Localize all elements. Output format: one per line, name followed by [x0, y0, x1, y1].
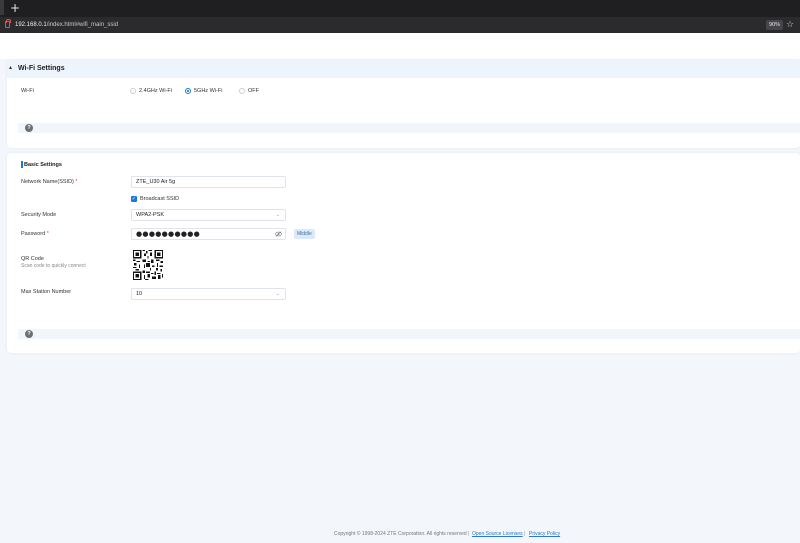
qr-code-hint: Scan code to quickly connect: [21, 263, 86, 269]
network-name-value: ZTE_U30 Air 5g: [136, 179, 176, 185]
qr-code-label: QR Code: [21, 256, 44, 262]
basic-settings-card: Basic Settings Network Name(SSID) * ZTE_…: [7, 153, 800, 353]
wifi-settings-header: ▴ Wi-Fi Settings: [7, 60, 800, 78]
open-source-licenses-link[interactable]: Open Source Licenses: [472, 530, 523, 539]
wifi-help-strip: ?: [18, 123, 800, 133]
wifi-label: Wi-Fi: [21, 88, 34, 94]
radio-5ghz-wifi[interactable]: [185, 88, 191, 94]
zoom-level-badge[interactable]: 90%: [766, 20, 783, 30]
required-mark: *: [75, 179, 78, 185]
network-name-input[interactable]: ZTE_U30 Air 5g: [131, 176, 286, 188]
radio-wifi-off[interactable]: [239, 88, 245, 94]
browser-tab-strip: +: [0, 0, 800, 17]
network-name-label-text: Network Name(SSID): [21, 179, 74, 185]
help-icon[interactable]: ?: [25, 330, 33, 338]
browser-tab[interactable]: [0, 0, 4, 15]
basic-settings-title: Basic Settings: [21, 161, 62, 169]
url-path: /index.html#wifi_main_ssid: [46, 22, 119, 28]
chevron-down-icon: ⌄: [275, 212, 280, 218]
footer-separator: |: [524, 531, 526, 537]
top-header-band: [0, 33, 800, 59]
network-name-label: Network Name(SSID) *: [21, 178, 78, 186]
wifi-settings-card: ▴ Wi-Fi Settings Wi-Fi 2.4GHz Wi-Fi 5GHz…: [7, 60, 800, 148]
basic-settings-title-text: Basic Settings: [24, 162, 62, 168]
security-mode-label: Security Mode: [21, 212, 57, 218]
wifi-settings-title: Wi-Fi Settings: [18, 65, 65, 72]
footer: Copyright © 1998-2024 ZTE Corporation. A…: [0, 530, 800, 539]
lock-icon[interactable]: [5, 19, 11, 28]
wifi-qr-code-image: [133, 250, 163, 280]
radio-24ghz-wifi[interactable]: [130, 88, 136, 94]
footer-copyright: Copyright © 1998-2024 ZTE Corporation. A…: [334, 531, 467, 537]
basic-help-strip: ?: [18, 329, 800, 339]
password-label-text: Password: [21, 231, 46, 237]
radio-off-label[interactable]: OFF: [248, 87, 259, 95]
eye-hidden-icon[interactable]: [275, 231, 282, 237]
password-input[interactable]: ●●●●●●●●●●: [131, 228, 286, 240]
wifi-settings-icon: ▴: [9, 64, 13, 71]
url-host: 192.168.0.1: [15, 22, 47, 28]
new-tab-button[interactable]: +: [9, 1, 21, 15]
max-station-value: 10: [136, 291, 143, 297]
radio-5ghz-label[interactable]: 5GHz Wi-Fi: [194, 87, 222, 95]
max-station-label: Max Station Number: [21, 289, 72, 295]
footer-separator: |: [468, 531, 470, 537]
radio-24ghz-label[interactable]: 2.4GHz Wi-Fi: [139, 87, 172, 95]
password-strength-badge: Middle: [294, 229, 315, 239]
privacy-policy-link[interactable]: Privacy Policy: [529, 530, 560, 539]
help-icon[interactable]: ?: [25, 124, 33, 132]
password-label: Password *: [21, 230, 49, 238]
security-mode-value: WPA2-PSK: [136, 212, 165, 218]
max-station-select[interactable]: 10 ⌄: [131, 288, 286, 300]
url-text[interactable]: 192.168.0.1/index.html#wifi_main_ssid: [15, 20, 118, 30]
chevron-down-icon: ⌄: [275, 291, 280, 297]
password-masked-value: ●●●●●●●●●●: [136, 230, 201, 238]
bookmark-star-icon[interactable]: ☆: [786, 19, 796, 31]
broadcast-ssid-checkbox[interactable]: ✓: [131, 196, 137, 202]
address-bar[interactable]: 192.168.0.1/index.html#wifi_main_ssid 90…: [0, 17, 800, 33]
broadcast-ssid-label[interactable]: Broadcast SSID: [140, 195, 179, 203]
security-mode-select[interactable]: WPA2-PSK ⌄: [131, 209, 286, 221]
required-mark: *: [46, 231, 49, 237]
